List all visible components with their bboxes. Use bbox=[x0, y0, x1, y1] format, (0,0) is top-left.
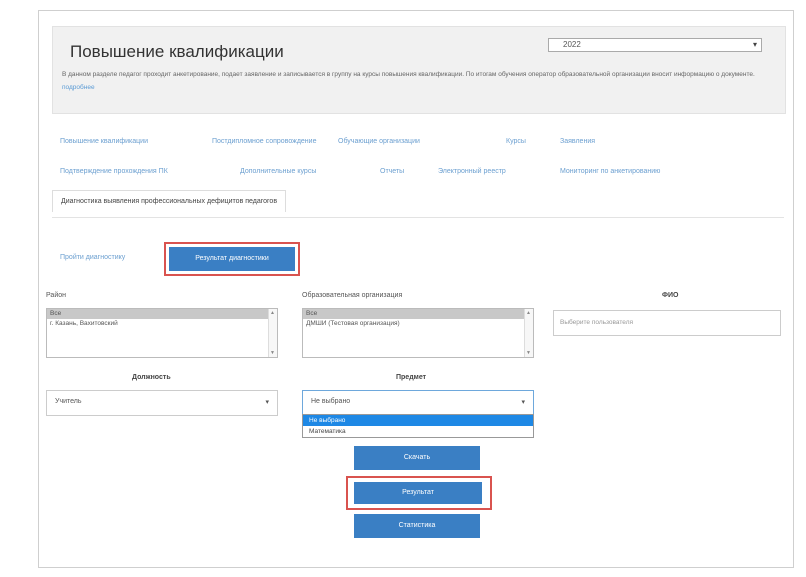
fio-label: ФИО bbox=[662, 292, 679, 299]
page-title: Повышение квалификации bbox=[70, 42, 284, 61]
chevron-down-icon: ▾ bbox=[265, 399, 269, 406]
tab-survey-monitoring[interactable]: Мониторинг по анкетированию bbox=[560, 168, 660, 175]
tab-additional-courses[interactable]: Дополнительные курсы bbox=[240, 168, 316, 175]
tab-postgraduate[interactable]: Постдипломное сопровождение bbox=[212, 138, 316, 145]
scroll-down-icon[interactable]: ▼ bbox=[270, 350, 275, 356]
org-option[interactable]: Все bbox=[303, 309, 533, 319]
subject-select[interactable]: Не выбрано ▾ bbox=[302, 390, 534, 416]
more-link[interactable]: подробнее bbox=[62, 84, 95, 91]
chevron-down-icon: ▾ bbox=[521, 399, 525, 406]
subject-dropdown[interactable]: Не выбрано Математика bbox=[302, 414, 534, 438]
subject-option[interactable]: Не выбрано bbox=[303, 415, 533, 426]
results-button[interactable]: Результат bbox=[354, 482, 482, 504]
tab-confirmation[interactable]: Подтверждение прохождения ПК bbox=[60, 168, 168, 175]
year-select-value: 2022 bbox=[563, 40, 581, 49]
scrollbar[interactable]: ▲ ▼ bbox=[524, 309, 533, 357]
tab-diagnostics[interactable]: Диагностика выявления профессиональных д… bbox=[52, 190, 287, 212]
tab-courses[interactable]: Курсы bbox=[506, 138, 526, 145]
chevron-down-icon: ▾ bbox=[752, 40, 757, 49]
download-button[interactable]: Скачать bbox=[354, 446, 480, 470]
tab-qualification[interactable]: Повышение квалификации bbox=[60, 138, 148, 145]
tab-registry[interactable]: Электронный реестр bbox=[438, 168, 506, 175]
org-label: Образовательная организация bbox=[302, 292, 403, 299]
page-description: В данном разделе педагог проходит анкети… bbox=[62, 68, 762, 94]
tabs-nav: Повышение квалификации Постдипломное соп… bbox=[52, 132, 784, 220]
subtab-pass-diagnostics[interactable]: Пройти диагностику bbox=[60, 254, 125, 261]
subject-option[interactable]: Математика bbox=[303, 426, 533, 437]
tab-organizations[interactable]: Обучающие организации bbox=[338, 138, 420, 145]
district-option[interactable]: Все bbox=[47, 309, 277, 319]
description-text: В данном разделе педагог проходит анкети… bbox=[62, 71, 755, 78]
district-option[interactable]: г. Казань, Вахитовский bbox=[47, 319, 277, 329]
fio-input[interactable]: Выберите пользователя bbox=[553, 310, 781, 336]
scroll-up-icon[interactable]: ▲ bbox=[526, 310, 531, 316]
scroll-up-icon[interactable]: ▲ bbox=[270, 310, 275, 316]
subject-label: Предмет bbox=[396, 374, 427, 381]
district-label: Район bbox=[46, 292, 66, 299]
district-listbox[interactable]: Все г. Казань, Вахитовский ▲ ▼ bbox=[46, 308, 278, 358]
org-listbox[interactable]: Все ДМШИ (Тестовая организация) ▲ ▼ bbox=[302, 308, 534, 358]
org-option[interactable]: ДМШИ (Тестовая организация) bbox=[303, 319, 533, 329]
tabs-divider bbox=[52, 217, 784, 218]
tab-reports[interactable]: Отчеты bbox=[380, 168, 404, 175]
year-select[interactable]: 2022 ▾ bbox=[548, 38, 762, 52]
subject-value: Не выбрано bbox=[311, 398, 351, 405]
tab-applications[interactable]: Заявления bbox=[560, 138, 595, 145]
position-value: Учитель bbox=[55, 398, 82, 405]
scroll-down-icon[interactable]: ▼ bbox=[526, 350, 531, 356]
statistics-button[interactable]: Статистика bbox=[354, 514, 480, 538]
subtab-results[interactable]: Результат диагностики bbox=[169, 247, 295, 271]
position-select[interactable]: Учитель ▾ bbox=[46, 390, 278, 416]
scrollbar[interactable]: ▲ ▼ bbox=[268, 309, 277, 357]
position-label: Должность bbox=[132, 374, 171, 381]
subtab-results-highlight: Результат диагностики bbox=[164, 242, 300, 276]
